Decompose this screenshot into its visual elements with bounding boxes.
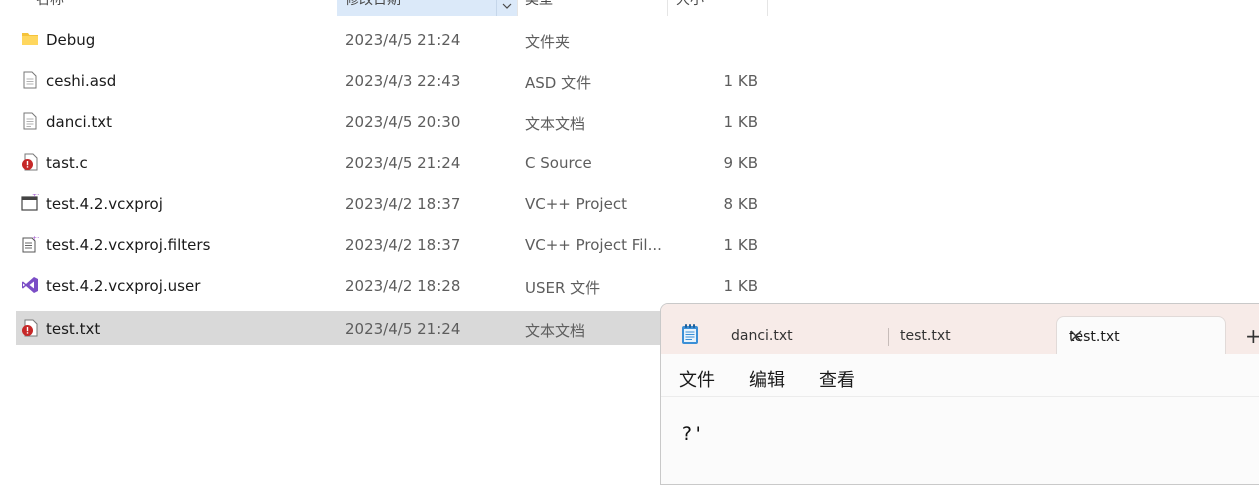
notepad-app-icon <box>681 323 699 345</box>
file-row[interactable]: test.4.2.vcxproj.user 2023/4/2 18:28 USE… <box>16 268 770 302</box>
column-date-label: 修改日期 <box>345 0 401 8</box>
tab-label: danci.txt <box>731 328 793 344</box>
file-size: 9 KB <box>723 154 758 172</box>
column-divider[interactable] <box>667 0 668 16</box>
file-name: test.4.2.vcxproj.filters <box>46 236 211 254</box>
file-date: 2023/4/2 18:37 <box>345 195 461 213</box>
svg-text:++: ++ <box>32 194 39 199</box>
file-name: test.4.2.vcxproj <box>46 195 163 213</box>
column-name[interactable]: 名称 <box>36 0 64 16</box>
file-size: 8 KB <box>723 195 758 213</box>
file-size: 1 KB <box>723 277 758 295</box>
editor-content: ?' <box>681 423 704 445</box>
file-date: 2023/4/5 21:24 <box>345 320 461 338</box>
file-type: VC++ Project <box>525 195 627 213</box>
tab-label: test.txt <box>900 328 951 344</box>
file-type: 文本文档 <box>525 115 586 133</box>
folder-icon <box>21 30 39 48</box>
tab-test[interactable]: test.txt <box>889 316 1055 354</box>
tab-test-active[interactable]: test.txt <box>1056 316 1226 355</box>
file-type: 文本文档 <box>525 322 586 340</box>
vcxproj-filters-icon: ++ <box>21 235 42 253</box>
file-row[interactable]: tast.c 2023/4/5 21:24 C Source 9 KB <box>16 145 770 179</box>
file-type: USER 文件 <box>525 279 601 297</box>
notepad-editor[interactable]: ?' <box>661 397 1259 484</box>
column-divider[interactable] <box>767 0 768 16</box>
tab-danci[interactable]: danci.txt <box>717 316 887 354</box>
file-size: 1 KB <box>723 72 758 90</box>
text-file-icon <box>21 112 39 130</box>
file-name: test.txt <box>46 320 101 338</box>
file-name: tast.c <box>46 154 88 172</box>
file-name: ceshi.asd <box>46 72 117 90</box>
file-row-selected[interactable]: test.txt 2023/4/5 21:24 文本文档 <box>16 311 676 345</box>
vcxproj-icon: ++ <box>21 192 42 212</box>
file-row[interactable]: Debug 2023/4/5 21:24 文件夹 <box>16 22 770 56</box>
file-date: 2023/4/3 22:43 <box>345 72 461 90</box>
svg-text:++: ++ <box>32 235 39 242</box>
file-name: Debug <box>46 31 96 49</box>
file-size: 1 KB <box>723 236 758 254</box>
notepad-window: danci.txt test.txt test.txt + 文件 编辑 查看 ?… <box>660 303 1259 485</box>
file-name: danci.txt <box>46 113 113 131</box>
c-source-icon <box>21 153 39 171</box>
file-row[interactable]: ++ test.4.2.vcxproj 2023/4/2 18:37 VC++ … <box>16 186 770 220</box>
notepad-menu-bar: 文件 编辑 查看 <box>661 354 1259 397</box>
file-date: 2023/4/5 21:24 <box>345 154 461 172</box>
menu-edit[interactable]: 编辑 <box>749 366 785 392</box>
file-date: 2023/4/5 20:30 <box>345 113 461 131</box>
column-size[interactable]: 大小 <box>676 0 704 16</box>
sort-chevron-icon[interactable] <box>496 0 517 16</box>
file-type: 文件夹 <box>525 33 571 51</box>
column-date-modified[interactable]: 修改日期 <box>337 0 517 16</box>
file-generic-icon <box>21 71 39 89</box>
file-type: C Source <box>525 154 592 172</box>
file-name: test.4.2.vcxproj.user <box>46 277 201 295</box>
menu-file[interactable]: 文件 <box>679 366 715 392</box>
column-divider[interactable] <box>517 0 518 16</box>
menu-view[interactable]: 查看 <box>819 366 855 392</box>
file-row[interactable]: ++ test.4.2.vcxproj.filters 2023/4/2 18:… <box>16 227 770 261</box>
visual-studio-icon <box>21 276 39 294</box>
file-type: ASD 文件 <box>525 74 592 92</box>
file-size: 1 KB <box>723 113 758 131</box>
file-row[interactable]: ceshi.asd 2023/4/3 22:43 ASD 文件 1 KB <box>16 63 770 97</box>
file-row[interactable]: danci.txt 2023/4/5 20:30 文本文档 1 KB <box>16 104 770 138</box>
notepad-tab-bar: danci.txt test.txt test.txt + <box>661 304 1259 355</box>
file-date: 2023/4/2 18:28 <box>345 277 461 295</box>
file-date: 2023/4/5 21:24 <box>345 31 461 49</box>
add-tab-button[interactable]: + <box>1245 326 1259 346</box>
close-icon[interactable] <box>1069 329 1083 343</box>
column-type[interactable]: 类型 <box>525 0 553 16</box>
c-source-icon <box>21 319 39 337</box>
column-header: 名称 修改日期 类型 大小 <box>0 0 770 16</box>
file-date: 2023/4/2 18:37 <box>345 236 461 254</box>
